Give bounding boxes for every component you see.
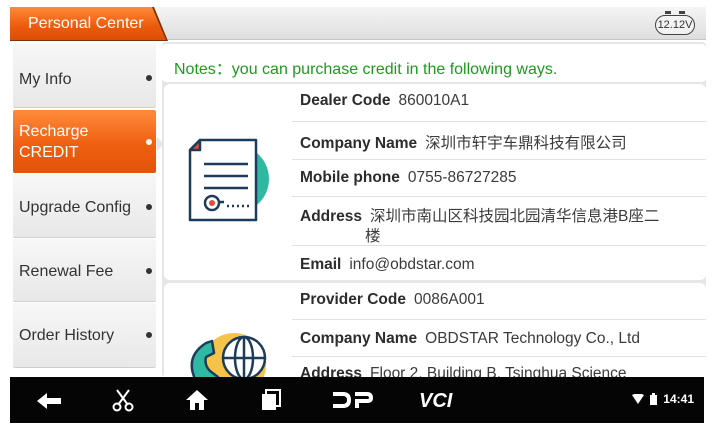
provider-company-name-row: Company Name OBDSTAR Technology Co., Ltd	[292, 320, 706, 357]
provider-info-card: Provider Code 0086A001 Company Name OBDSTA…	[164, 283, 706, 377]
recent-apps-button[interactable]	[256, 377, 286, 423]
back-button[interactable]	[30, 377, 70, 423]
screenshot-button[interactable]	[108, 377, 138, 423]
address-value-line2: 楼	[365, 228, 381, 245]
svg-text:VCI: VCI	[419, 390, 453, 411]
sidebar-item-label: Renewal Fee	[19, 263, 114, 280]
home-icon	[186, 390, 208, 410]
clock-time: 14:41	[663, 392, 694, 406]
address-value-line1: 深圳市南山区科技园北园清华信息港B座二	[370, 208, 660, 225]
battery-icon	[650, 393, 658, 405]
phone-globe-icon	[190, 333, 267, 377]
battery-voltage-text: 12.12V	[655, 15, 695, 35]
recent-apps-icon	[262, 389, 281, 410]
dealer-code-row: Dealer Code 860010A1	[292, 84, 706, 122]
sidebar-item-renewal-fee[interactable]: Renewal Fee	[13, 239, 156, 301]
sidebar-item-label: My Info	[19, 71, 72, 88]
vci-button[interactable]: VCI	[414, 377, 470, 423]
sidebar-item-my-info[interactable]: My Info	[13, 44, 156, 107]
home-button[interactable]	[182, 377, 212, 423]
wifi-icon	[632, 394, 645, 404]
status-area: 14:41	[632, 392, 694, 406]
mobile-phone-value: 0755-86727285	[407, 169, 517, 186]
scissors-icon	[112, 389, 134, 412]
company-name-row: Company Name 深圳市轩宇车鼎科技有限公司	[292, 122, 706, 160]
bullet-dot-icon	[146, 204, 152, 210]
address-row: Address 深圳市南山区科技园北园清华信息港B座二 楼	[292, 197, 706, 246]
bullet-dot-icon	[146, 75, 152, 81]
sidebar-item-upgrade-config[interactable]: Upgrade Config	[13, 175, 156, 237]
sidebar-item-label: Upgrade Config	[19, 199, 132, 216]
sidebar-item-recharge-credit[interactable]: Recharge CREDIT	[13, 110, 156, 173]
back-icon	[37, 393, 61, 409]
provider-code-value: 0086A001	[413, 291, 485, 308]
sidebar: My Info Recharge CREDIT Upgrade Config R…	[0, 42, 168, 377]
provider-address-row: Address Floor 2, Building B, Tsinghua Sci…	[292, 357, 706, 377]
vci-icon: VCI	[419, 390, 453, 411]
email-value: info@obdstar.com	[349, 256, 475, 273]
sidebar-item-order-history[interactable]: Order History	[13, 303, 156, 367]
bullet-dot-icon	[146, 268, 152, 274]
dp-app-button[interactable]	[328, 377, 378, 423]
dealer-code-value: 860010A1	[398, 92, 470, 109]
sidebar-item-label-line1: Recharge	[19, 123, 89, 140]
mobile-phone-row: Mobile phone 0755-86727285	[292, 160, 706, 197]
content-panel[interactable]: Notes：you can purchase credit in the fol…	[162, 42, 706, 377]
document-certificate-icon	[188, 138, 269, 222]
dealer-info-card: Dealer Code 860010A1 Company Name 深圳市轩宇车鼎科…	[164, 84, 706, 280]
header-bar: Personal Center 12.12V	[0, 0, 714, 42]
navigation-bar: VCI 14:41	[10, 377, 704, 423]
provider-icon-area	[164, 283, 290, 377]
battery-voltage-indicator: 12.12V	[653, 10, 697, 36]
bullet-dot-icon	[146, 332, 152, 338]
sidebar-item-label-line2: CREDIT	[19, 144, 79, 161]
title-tab: Personal Center	[10, 7, 168, 41]
notes-banner: Notes：you can purchase credit in the fol…	[162, 44, 706, 82]
sidebar-item-label: Order History	[19, 327, 115, 344]
provider-address-value: Floor 2, Building B, Tsinghua Science	[370, 365, 627, 377]
provider-company-name-value: OBDSTAR Technology Co., Ltd	[425, 330, 640, 347]
company-name-value: 深圳市轩宇车鼎科技有限公司	[425, 135, 627, 152]
provider-code-row: Provider Code 0086A001	[292, 283, 706, 320]
page-title: Personal Center	[28, 15, 144, 32]
dp-icon	[333, 392, 373, 408]
bullet-dot-icon	[146, 139, 152, 145]
dealer-icon-area	[164, 84, 290, 280]
notes-text: Notes：you can purchase credit in the fol…	[174, 61, 558, 78]
email-row: Email info@obdstar.com	[300, 256, 475, 273]
